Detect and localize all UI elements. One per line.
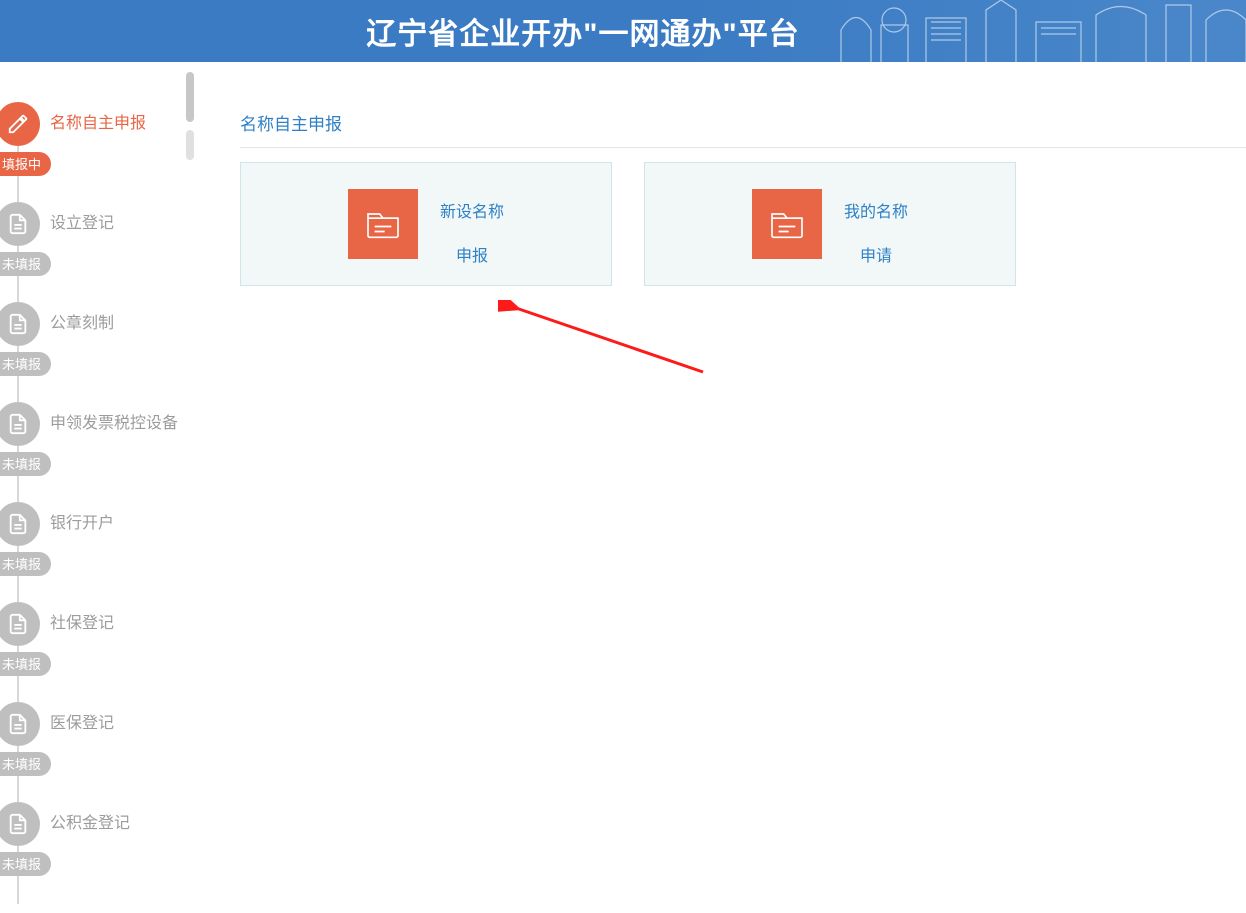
section-title: 名称自主申报: [240, 110, 1246, 148]
edit-icon: [0, 102, 40, 146]
folder-icon: [348, 189, 418, 259]
sidebar-step-bank-account[interactable]: 银行开户 未填报: [0, 502, 200, 602]
document-icon: [0, 302, 40, 346]
step-status-badge: 未填报: [0, 452, 51, 476]
step-label: 社保登记: [50, 602, 114, 646]
card-label: 我的名称 申请: [844, 180, 908, 268]
app-title: 辽宁省企业开办"一网通办"平台: [366, 9, 799, 53]
app-header: 辽宁省企业开办"一网通办"平台: [0, 0, 1246, 62]
main-content: 名称自主申报 新设名称 申报: [200, 62, 1246, 903]
step-label: 设立登记: [50, 202, 114, 246]
step-status-badge: 未填报: [0, 352, 51, 376]
skyline-decoration: [836, 0, 1246, 62]
step-status-badge: 未填报: [0, 252, 51, 276]
sidebar-step-medical-insurance[interactable]: 医保登记 未填报: [0, 702, 200, 802]
document-icon: [0, 502, 40, 546]
card-label: 新设名称 申报: [440, 180, 504, 268]
sidebar-step-social-insurance[interactable]: 社保登记 未填报: [0, 602, 200, 702]
step-status-badge: 未填报: [0, 752, 51, 776]
step-label: 医保登记: [50, 702, 114, 746]
step-label: 名称自主申报: [50, 102, 146, 146]
document-icon: [0, 802, 40, 846]
step-status-badge: 未填报: [0, 652, 51, 676]
card-my-name-application[interactable]: 我的名称 申请: [644, 162, 1016, 286]
document-icon: [0, 202, 40, 246]
step-status-badge: 未填报: [0, 552, 51, 576]
document-icon: [0, 702, 40, 746]
cards-row: 新设名称 申报 我的名称 申请: [240, 162, 1246, 286]
step-label: 申领发票税控设备: [50, 402, 178, 446]
step-label: 银行开户: [50, 502, 114, 546]
folder-icon: [752, 189, 822, 259]
step-status-badge: 未填报: [0, 852, 51, 876]
step-label: 公章刻制: [50, 302, 114, 346]
step-status-badge: 填报中: [0, 152, 51, 176]
sidebar-step-seal-engraving[interactable]: 公章刻制 未填报: [0, 302, 200, 402]
sidebar-step-invoice-tax-equipment[interactable]: 申领发票税控设备 未填报: [0, 402, 200, 502]
step-list: 名称自主申报 填报中 设立登记 未填报: [0, 102, 200, 902]
sidebar: 名称自主申报 填报中 设立登记 未填报: [0, 62, 200, 903]
sidebar-step-name-declaration[interactable]: 名称自主申报 填报中: [0, 102, 200, 202]
document-icon: [0, 402, 40, 446]
sidebar-step-establishment-registration[interactable]: 设立登记 未填报: [0, 202, 200, 302]
app-body: 名称自主申报 填报中 设立登记 未填报: [0, 62, 1246, 903]
sidebar-step-housing-fund[interactable]: 公积金登记 未填报: [0, 802, 200, 902]
document-icon: [0, 602, 40, 646]
step-label: 公积金登记: [50, 802, 130, 846]
card-new-name-declaration[interactable]: 新设名称 申报: [240, 162, 612, 286]
